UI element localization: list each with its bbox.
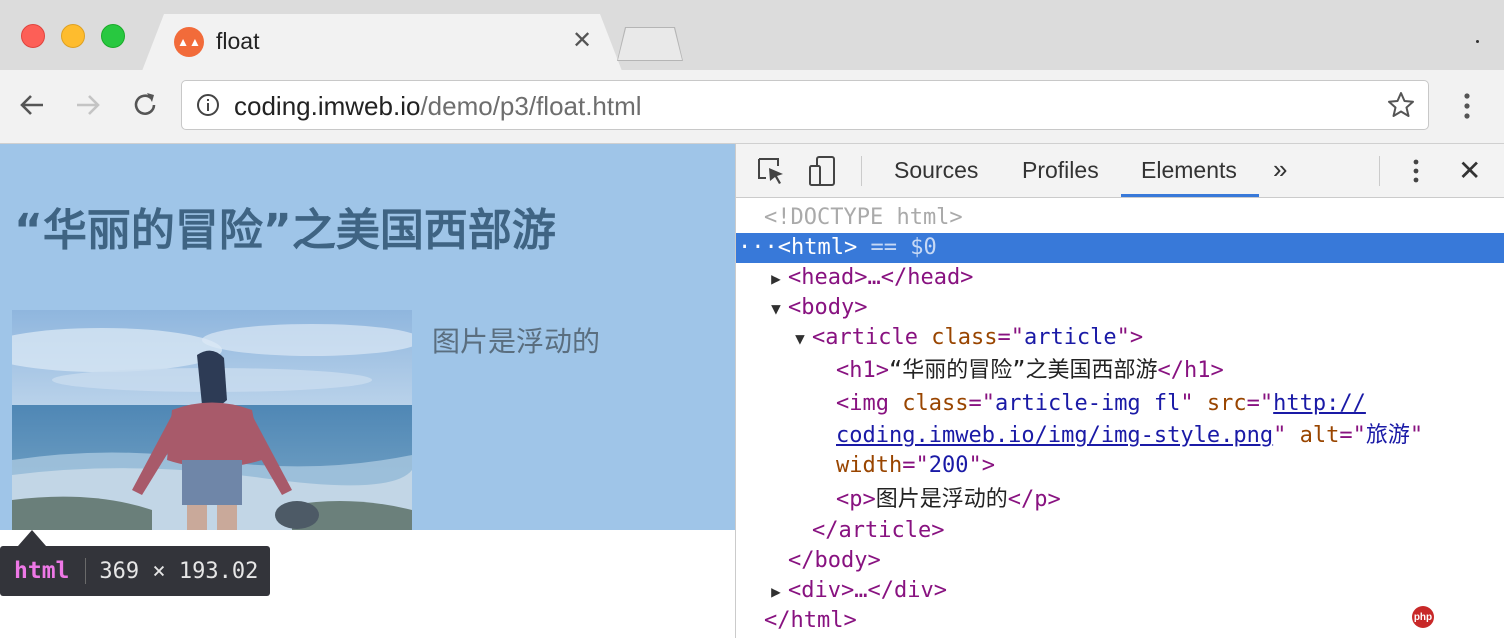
url-text[interactable]: coding.imweb.io/demo/p3/float.html	[234, 91, 642, 122]
imweb-favicon-icon: ▲▲	[174, 27, 204, 57]
tab-elements[interactable]: Elements	[1141, 157, 1237, 184]
dom-line-div[interactable]: ▶ <div>…</div>	[736, 576, 1504, 606]
more-tabs-icon[interactable]: »	[1273, 154, 1287, 185]
dom-line-img-cont[interactable]: coding.imweb.io/img/img-style.png" alt="…	[736, 421, 1504, 451]
dom-tree: <!DOCTYPE html> ···<html> == $0 ▶ <head>……	[736, 198, 1504, 638]
inspect-element-icon[interactable]	[754, 154, 788, 188]
dom-line-html-close[interactable]: </html>	[736, 606, 1504, 636]
dom-line-img[interactable]: <img class="article-img fl" src="http://	[736, 389, 1504, 419]
browser-tab-active[interactable]	[142, 14, 622, 71]
article-image	[12, 310, 412, 530]
browser-menu-icon[interactable]	[1455, 90, 1479, 122]
dom-line-body-close[interactable]: </body>	[736, 546, 1504, 576]
active-tab-indicator	[1121, 194, 1259, 197]
img-src-link[interactable]: http://	[1273, 391, 1366, 416]
dom-line-img-width[interactable]: width="200">	[736, 451, 1504, 481]
dom-line-h1[interactable]: <h1>“华丽的冒险”之美国西部游</h1>	[736, 356, 1504, 386]
tooltip-dimensions: 369 × 193.02	[99, 558, 259, 584]
dom-line-p[interactable]: <p>图片是浮动的</p>	[736, 485, 1504, 515]
tooltip-arrow	[18, 530, 46, 546]
php-logo-icon: php	[1412, 606, 1434, 628]
devtools-close-icon[interactable]: ✕	[1458, 154, 1481, 187]
info-icon[interactable]	[196, 93, 220, 117]
element-inspect-tooltip: html 369 × 193.02	[0, 546, 270, 596]
page-paragraph: 图片是浮动的	[432, 325, 601, 358]
url-path: /demo/p3/float.html	[420, 91, 642, 121]
reload-icon[interactable]	[128, 88, 162, 122]
minimize-window-button[interactable]	[61, 24, 85, 48]
url-host: coding.imweb.io	[234, 91, 421, 121]
tab-title: float	[216, 28, 260, 54]
watermark: php	[1412, 606, 1434, 628]
expand-triangle-icon[interactable]: ▶	[764, 264, 788, 294]
devtools-menu-icon[interactable]	[1406, 156, 1426, 186]
dom-line-head[interactable]: ▶ <head>…</head>	[736, 263, 1504, 293]
collapse-triangle-icon[interactable]: ▼	[764, 294, 788, 324]
dom-line-html-selected[interactable]: ···<html> == $0	[736, 233, 1504, 263]
forward-arrow-icon[interactable]	[71, 88, 105, 122]
maximize-window-button[interactable]	[101, 24, 125, 48]
new-tab-button[interactable]	[618, 28, 682, 60]
close-window-button[interactable]	[21, 24, 45, 48]
collapse-triangle-icon[interactable]: ▼	[788, 324, 812, 354]
titlebar-dot	[1476, 40, 1479, 43]
tab-profiles[interactable]: Profiles	[1022, 157, 1099, 184]
img-src-link[interactable]: coding.imweb.io/img/img-style.png	[836, 423, 1273, 448]
devtools-panel: Sources Profiles Elements » ✕ <!DOCTYPE …	[735, 144, 1504, 638]
expand-triangle-icon[interactable]: ▶	[764, 577, 788, 607]
page-heading: “华丽的冒险”之美国西部游	[14, 205, 556, 256]
dom-line-article[interactable]: ▼ <article class="article">	[736, 323, 1504, 353]
devtools-toolbar: Sources Profiles Elements » ✕	[736, 144, 1504, 198]
device-toolbar-icon[interactable]	[806, 154, 840, 188]
dom-line-body[interactable]: ▼ <body>	[736, 293, 1504, 323]
tab-close-icon[interactable]: ✕	[570, 26, 594, 55]
dom-line-article-close[interactable]: </article>	[736, 516, 1504, 546]
back-arrow-icon[interactable]	[15, 88, 49, 122]
dom-line-doctype[interactable]: <!DOCTYPE html>	[736, 203, 1504, 233]
tab-sources[interactable]: Sources	[894, 157, 978, 184]
bookmark-star-icon[interactable]	[1386, 90, 1416, 120]
tooltip-tag: html	[14, 558, 70, 584]
